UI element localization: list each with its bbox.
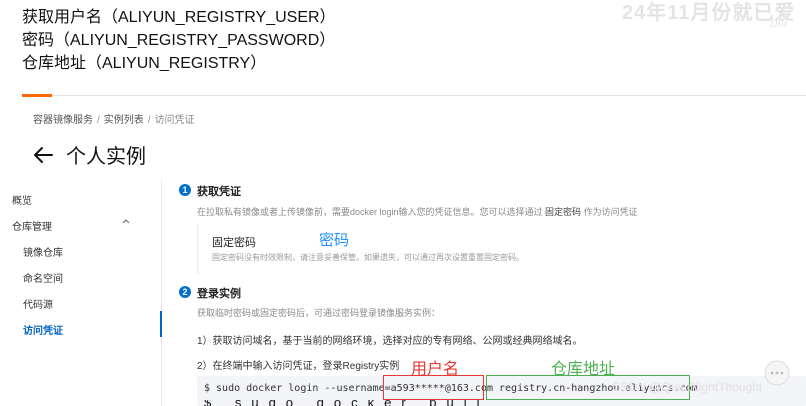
command-prefix: $ sudo docker login --username=	[204, 383, 391, 394]
username-annotation: 用户名	[411, 361, 460, 378]
step-1-badge: 1	[179, 184, 191, 196]
video-caption: 获取用户名（ALIYUN_REGISTRY_USER） 密码（ALIYUN_RE…	[22, 6, 336, 75]
sidebar	[22, 180, 162, 406]
back-arrow-icon[interactable]	[32, 144, 54, 166]
sidebar-item-overview[interactable]: 概览	[12, 192, 32, 207]
password-annotation: 密码	[319, 232, 350, 249]
fixed-password-label: 固定密码	[212, 237, 256, 249]
chat-bubble-icon[interactable]	[764, 360, 790, 386]
step-2-title: 登录实例	[197, 288, 241, 300]
step-1-desc-suffix: 作为访问凭证	[583, 207, 638, 217]
step-1-desc-prefix: 在拉取私有镜像或者上传镜像前，需要docker login输入您的凭证信息。您可…	[197, 207, 543, 217]
step-2-badge: 2	[179, 286, 191, 298]
csdn-watermark: CSDN @QuietNightThought	[612, 380, 763, 394]
breadcrumb-separator: /	[97, 115, 100, 126]
sidebar-item-namespaces[interactable]: 命名空间	[23, 270, 63, 285]
sidebar-active-indicator	[160, 311, 162, 337]
sidebar-item-image-repos[interactable]: 镜像仓库	[23, 244, 63, 259]
fixed-password-link[interactable]: 固定密码	[545, 207, 581, 217]
breadcrumb-separator: /	[147, 115, 151, 126]
caption-line-username: 获取用户名（ALIYUN_REGISTRY_USER）	[22, 9, 336, 26]
step-2-description: 获取临时密码或固定密码后，可通过密码登录镜像服务实例：	[197, 308, 441, 318]
caption-line-registry: 仓库地址（ALIYUN_REGISTRY）	[22, 55, 267, 72]
step-1-title: 获取凭证	[197, 186, 241, 198]
sidebar-item-code-source[interactable]: 代码源	[23, 296, 53, 311]
step-1-description: 在拉取私有镜像或者上传镜像前，需要docker login输入您的凭证信息。您可…	[197, 205, 638, 218]
page-title: 个人实例	[66, 146, 146, 168]
next-command-text: $ sudo docker pull	[204, 400, 764, 406]
console-accent-bar	[22, 94, 52, 97]
chevron-up-icon[interactable]	[122, 218, 130, 224]
breadcrumb-item-instances[interactable]: 实例列表	[104, 115, 144, 126]
breadcrumb: 容器镜像服务 / 实例列表 / 访问凭证	[33, 111, 195, 126]
registry-annotation: 仓库地址	[551, 361, 616, 378]
breadcrumb-item-credentials: 访问凭证	[154, 115, 195, 126]
console-header-divider	[52, 95, 806, 96]
page-header: 个人实例	[32, 140, 146, 169]
next-command-line: $ sudo docker pull	[204, 400, 764, 406]
sidebar-item-repo-management[interactable]: 仓库管理	[12, 218, 52, 233]
fixed-password-panel	[197, 224, 806, 274]
bilibili-watermark: bili	[770, 14, 788, 30]
breadcrumb-item-acr[interactable]: 容器镜像服务	[33, 115, 93, 126]
sidebar-item-access-credentials[interactable]: 访问凭证	[23, 322, 63, 337]
step-2-instruction-2: 2）在终端中输入访问凭证，登录Registry实例	[197, 361, 400, 372]
fixed-password-note: 固定密码没有时效限制，请注意妥善保管。如果遗失，可以通过再次设置重置固定密码。	[212, 253, 524, 262]
caption-line-password: 密码（ALIYUN_REGISTRY_PASSWORD）	[22, 32, 336, 49]
step-2-instruction-1: 1）获取访问域名，基于当前的网络环境，选择对应的专有网络、公网或经典网络域名。	[197, 336, 583, 347]
